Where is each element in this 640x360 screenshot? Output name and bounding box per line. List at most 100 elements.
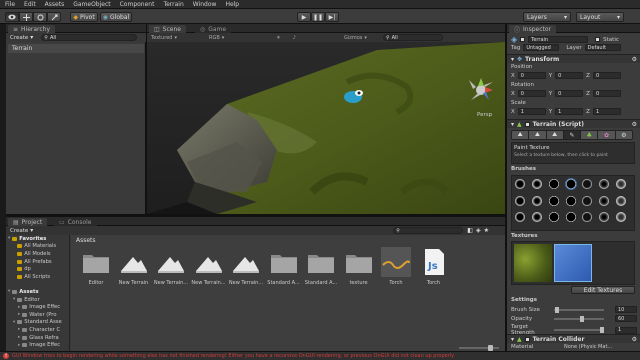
audio-toggle-icon[interactable]: ♪ xyxy=(293,35,296,41)
brush-option[interactable] xyxy=(616,195,627,206)
transform-section-header[interactable]: ▾ ✥ Transform ⚙ xyxy=(507,54,640,63)
menu-item-file[interactable]: File xyxy=(5,1,15,8)
tree-section-header[interactable]: ▾ Assets xyxy=(6,288,69,296)
disclosure-triangle-icon[interactable]: ▾ xyxy=(13,297,15,302)
menu-item-assets[interactable]: Assets xyxy=(45,1,65,8)
tree-item[interactable]: ▸ Image Effec xyxy=(6,341,69,349)
disclosure-triangle-icon[interactable]: ▸ xyxy=(18,327,20,332)
tag-dropdown[interactable]: Untagged xyxy=(523,44,560,51)
project-search-input[interactable]: ⚲ xyxy=(393,227,464,234)
opacity-slider[interactable] xyxy=(554,315,604,322)
tree-item[interactable]: ▸ Water (Pro xyxy=(6,311,69,319)
favorite-star-icon[interactable]: ★ xyxy=(484,227,489,234)
hierarchy-create-button[interactable]: Create xyxy=(10,35,28,41)
tree-item[interactable]: ▸All Materials xyxy=(6,243,69,251)
scale-y-field[interactable]: 1 xyxy=(555,108,584,115)
smooth-height-tool-button[interactable]: ⛰ xyxy=(546,131,564,139)
active-checkbox[interactable] xyxy=(520,37,526,42)
brush-option[interactable] xyxy=(565,195,576,206)
filter-by-label-icon[interactable]: ◈ xyxy=(476,227,481,234)
tree-item[interactable]: ▾ Editor xyxy=(6,296,69,304)
hierarchy-search-input[interactable]: ⚲ All xyxy=(41,34,138,41)
asset-item[interactable]: New Terrain... xyxy=(152,247,190,286)
brush-option[interactable] xyxy=(599,212,610,223)
brush-option[interactable] xyxy=(548,195,559,206)
menu-item-edit[interactable]: Edit xyxy=(24,1,36,8)
brush-option[interactable] xyxy=(599,179,610,189)
grass-texture-swatch[interactable] xyxy=(514,244,552,282)
brush-option[interactable] xyxy=(599,195,610,206)
brush-option[interactable] xyxy=(616,212,627,223)
scene-search-input[interactable]: ⚲ All xyxy=(382,34,443,41)
rotation-y-field[interactable]: 0 xyxy=(555,90,584,97)
tab-inspector[interactable]: ⓘ Inspector xyxy=(509,25,557,34)
disclosure-triangle-icon[interactable]: ▸ xyxy=(18,305,20,310)
asset-item[interactable]: Standard A... xyxy=(302,247,340,286)
brush-option[interactable] xyxy=(565,212,576,223)
breadcrumb[interactable]: Assets xyxy=(76,237,96,244)
color-mode-dropdown[interactable]: RGB xyxy=(209,35,220,41)
scene-viewport[interactable]: Persp xyxy=(147,42,505,214)
gear-icon[interactable]: ⚙ xyxy=(632,56,637,63)
asset-item[interactable]: Standard A... xyxy=(265,247,303,286)
brush-option[interactable] xyxy=(515,179,525,189)
brush-option[interactable] xyxy=(582,212,593,223)
tree-section-header[interactable]: ▾ Favorites xyxy=(6,235,69,243)
status-bar[interactable]: ! GUI Window tries to begin rendering wh… xyxy=(0,351,640,360)
asset-item[interactable]: Torch xyxy=(377,247,415,286)
paint-details-tool-button[interactable]: ✿ xyxy=(598,131,616,139)
rotation-z-field[interactable]: 0 xyxy=(592,90,621,97)
slider-thumb[interactable] xyxy=(580,315,584,322)
step-button[interactable]: ▶| xyxy=(325,12,339,22)
disclosure-triangle-icon[interactable]: ▾ xyxy=(8,236,10,241)
static-checkbox[interactable] xyxy=(595,37,601,42)
pivot-toggle[interactable]: ◆ Pivot xyxy=(70,12,98,22)
tree-item[interactable]: ▸ Glass Refra xyxy=(6,334,69,342)
brush-option[interactable] xyxy=(515,195,525,206)
asset-item[interactable]: New Terrain... xyxy=(227,247,265,286)
slider-thumb[interactable] xyxy=(555,306,559,313)
tree-item[interactable]: ▸dp xyxy=(6,265,69,273)
layout-dropdown[interactable]: Layout ▾ xyxy=(576,12,624,22)
tab-project[interactable]: ▤ Project xyxy=(8,218,48,226)
brush-option[interactable] xyxy=(548,212,559,223)
edit-textures-button[interactable]: Edit Textures xyxy=(571,286,635,294)
menu-item-terrain[interactable]: Terrain xyxy=(163,1,183,8)
menu-item-help[interactable]: Help xyxy=(225,1,239,8)
brush-option[interactable] xyxy=(515,212,525,223)
slider-thumb[interactable] xyxy=(600,327,604,333)
global-toggle[interactable]: ◉ Global xyxy=(100,12,132,22)
tree-item[interactable]: ▸ Image Effec xyxy=(6,303,69,311)
tab-hierarchy[interactable]: ≡ Hierarchy xyxy=(8,25,56,33)
target-strength-field[interactable]: 1 xyxy=(615,326,637,334)
brush-option[interactable] xyxy=(531,195,542,206)
brush-option[interactable] xyxy=(531,179,542,189)
tab-console[interactable]: ▭ Console xyxy=(54,218,97,226)
tree-item[interactable]: ▸All Models xyxy=(6,250,69,258)
asset-item[interactable]: texture xyxy=(340,247,378,286)
tab-game[interactable]: ◎ Game xyxy=(195,25,232,33)
water-texture-swatch[interactable] xyxy=(554,244,592,282)
place-trees-tool-button[interactable]: ♣ xyxy=(581,131,599,139)
brush-option[interactable] xyxy=(582,179,593,189)
tree-item[interactable]: ▸ Character C xyxy=(6,326,69,334)
brush-option[interactable] xyxy=(548,179,559,189)
terrain-collider-checkbox[interactable] xyxy=(524,336,530,342)
project-create-button[interactable]: Create xyxy=(10,228,28,234)
paint-texture-tool-button[interactable]: ✎ xyxy=(563,131,582,139)
tree-item[interactable]: ▸All Prefabs xyxy=(6,258,69,266)
filter-by-type-icon[interactable]: ◧ xyxy=(467,227,473,234)
target-strength-slider[interactable] xyxy=(554,327,604,333)
disclosure-triangle-icon[interactable]: ▾ xyxy=(8,289,10,294)
menu-item-component[interactable]: Component xyxy=(120,1,155,8)
play-button[interactable]: ▶ xyxy=(297,12,311,22)
terrain-script-section-header[interactable]: ▾ ▲ Terrain (Script) ⚙ xyxy=(507,119,640,128)
thumbnail-size-slider[interactable] xyxy=(459,345,499,351)
lighting-toggle-icon[interactable]: ☀ xyxy=(276,35,280,41)
disclosure-triangle-icon[interactable]: ▸ xyxy=(18,343,20,348)
brush-option[interactable] xyxy=(582,195,593,206)
disclosure-triangle-icon[interactable]: ▾ xyxy=(13,320,15,325)
tree-item[interactable]: ▸All Scripts xyxy=(6,273,69,281)
terrain-collider-section-header[interactable]: ▾ ▲ Terrain Collider ⚙ xyxy=(507,334,640,343)
position-y-field[interactable]: 0 xyxy=(555,72,584,79)
